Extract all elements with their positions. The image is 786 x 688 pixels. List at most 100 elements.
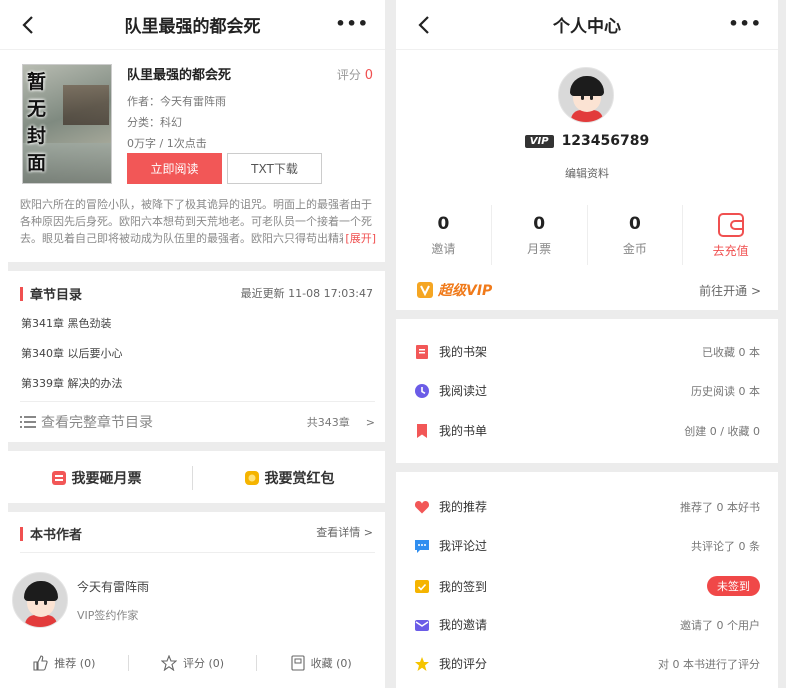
last-updated: 最近更新 11-08 17:03:47: [240, 287, 373, 300]
menu-comments[interactable]: 我评论过 共评论了 0 条: [414, 537, 760, 554]
menu-value: 创建 0 / 收藏 0: [684, 424, 760, 438]
bookshelf-icon: [416, 344, 428, 359]
heart-icon: [414, 500, 430, 513]
wallet-icon: [717, 212, 744, 237]
stat-gold-coin[interactable]: 0 金币: [588, 205, 684, 265]
bookmark-icon: [417, 423, 427, 438]
rate-button[interactable]: 评分 (0): [129, 655, 257, 671]
menu-label: 我的书单: [439, 424, 488, 438]
book-detail-header: 队里最强的都会死 •••: [0, 0, 385, 50]
personal-center-panel: 个人中心 ••• VIP 123456789 编辑资料 0 邀请 0 月票 0 …: [396, 0, 778, 688]
author-section-header: 本书作者: [20, 524, 82, 543]
menu-label: 我阅读过: [439, 384, 488, 398]
collect-button[interactable]: 收藏 (0): [257, 655, 385, 671]
stat-value: 0: [437, 213, 450, 234]
vip-crown-icon: [417, 282, 433, 298]
book-action-bar: 推荐 (0) 评分 (0) 收藏 (0): [0, 650, 385, 676]
ticket-icon: [51, 471, 66, 485]
menu-label: 我的推荐: [439, 500, 488, 514]
coin-icon: [244, 471, 259, 485]
book-cover: 暂无封面: [22, 64, 112, 184]
edit-profile-link[interactable]: 编辑资料: [396, 165, 778, 181]
divider: [20, 552, 375, 553]
menu-checkin[interactable]: 我的签到 未签到: [414, 576, 760, 596]
menu-history[interactable]: 我阅读过 历史阅读 0 本: [414, 382, 760, 399]
recommend-button[interactable]: 推荐 (0): [0, 655, 128, 671]
thumbs-up-icon: [33, 655, 48, 671]
chapter-item[interactable]: 第340章 以后要小心: [21, 345, 123, 361]
recharge-label: 去充值: [712, 243, 749, 258]
stat-value: 0: [533, 213, 546, 234]
read-now-button[interactable]: 立即阅读: [127, 153, 222, 184]
book-stats: 0万字 / 1次点击: [127, 137, 207, 150]
menu-value: 推荐了 0 本好书: [680, 500, 760, 514]
back-arrow-icon[interactable]: [414, 14, 436, 36]
book-detail-panel: 队里最强的都会死 ••• 暂无封面 队里最强的都会死 作者：今天有雷阵雨 分类：…: [0, 0, 385, 688]
menu-label: 我评论过: [439, 539, 488, 553]
section-gap: [8, 262, 385, 271]
score-value: 0: [364, 68, 373, 83]
calendar-check-icon: [415, 580, 429, 593]
star-icon: [415, 656, 429, 671]
score-label: 评分: [336, 68, 361, 82]
panel-divider: [385, 0, 396, 688]
chapter-count: 共343章: [306, 416, 350, 429]
red-packet-button[interactable]: 我要赏红包: [193, 468, 385, 488]
comment-icon: [415, 539, 429, 553]
book-title: 队里最强的都会死: [127, 68, 232, 83]
section-gap: [396, 310, 778, 319]
author-name: 今天有雷阵雨: [77, 580, 150, 594]
author-avatar[interactable]: [12, 572, 68, 628]
menu-recommend[interactable]: 我的推荐 推荐了 0 本好书: [414, 498, 760, 515]
full-catalog-link[interactable]: 查看完整章节目录 共343章 >: [20, 412, 375, 432]
list-icon: [20, 416, 36, 428]
menu-label: 我的评分: [439, 657, 488, 671]
menu-label: 我的签到: [439, 579, 488, 594]
chevron-right-icon: >: [365, 415, 375, 429]
section-gap: [396, 463, 778, 472]
book-info: 队里最强的都会死 作者：今天有雷阵雨 分类：科幻 0万字 / 1次点击: [127, 64, 231, 154]
book-buttons: 立即阅读 TXT下载: [127, 153, 322, 184]
recommend-label: 推荐 (0): [54, 657, 96, 670]
monthly-ticket-label: 我要砸月票: [71, 471, 142, 487]
star-icon: [160, 655, 177, 671]
red-packet-label: 我要赏红包: [264, 471, 335, 487]
book-score: 评分 0: [337, 66, 373, 83]
checkin-status-badge[interactable]: 未签到: [707, 576, 760, 596]
chapter-section-title: 章节目录: [30, 288, 83, 303]
page-title: 个人中心: [553, 17, 621, 37]
personal-center-header: 个人中心 •••: [396, 0, 778, 50]
user-avatar[interactable]: [558, 67, 614, 123]
section-gap: [8, 503, 385, 512]
menu-ratings[interactable]: 我的评分 对 0 本书进行了评分: [414, 655, 760, 672]
stat-invite[interactable]: 0 邀请: [396, 205, 492, 265]
menu-invites[interactable]: 我的邀请 邀请了 0 个用户: [414, 616, 760, 633]
expand-link[interactable]: [展开]: [343, 230, 376, 247]
menu-booklist[interactable]: 我的书单 创建 0 / 收藏 0: [414, 422, 760, 439]
back-arrow-icon[interactable]: [18, 14, 40, 36]
stat-label: 邀请: [431, 241, 456, 256]
collect-icon: [291, 655, 305, 671]
monthly-ticket-button[interactable]: 我要砸月票: [0, 468, 192, 488]
stat-label: 金币: [622, 241, 647, 256]
open-vip-link[interactable]: 前往开通 >: [699, 282, 761, 299]
menu-bookshelf[interactable]: 我的书架 已收藏 0 本: [414, 343, 760, 360]
more-icon[interactable]: •••: [335, 14, 369, 33]
menu-value: 已收藏 0 本: [702, 345, 760, 359]
menu-label: 我的邀请: [439, 618, 488, 632]
section-marker: [20, 286, 23, 301]
stat-monthly-ticket[interactable]: 0 月票: [492, 205, 588, 265]
divider: [20, 401, 375, 402]
book-description: 欧阳六所在的冒险小队，被降下了极其诡异的诅咒。明面上的最强者由于各种原因先后身死…: [20, 196, 376, 247]
author-details-link[interactable]: 查看详情 >: [316, 524, 373, 540]
super-vip-bar[interactable]: 超级VIP 前往开通 >: [416, 280, 761, 300]
menu-label: 我的书架: [439, 345, 488, 359]
chapter-item[interactable]: 第341章 黑色劲装: [21, 315, 112, 331]
super-vip-label: 超级VIP: [438, 283, 493, 299]
chapter-item[interactable]: 第339章 解决的办法: [21, 375, 123, 391]
recharge-button[interactable]: 去充值: [683, 205, 778, 265]
txt-download-button[interactable]: TXT下载: [227, 153, 322, 184]
user-id-line: VIP 123456789: [396, 133, 778, 149]
more-icon[interactable]: •••: [728, 14, 762, 33]
description-text: 欧阳六所在的冒险小队，被降下了极其诡异的诅咒。明面上的最强者由于各种原因先后身死…: [20, 198, 372, 245]
